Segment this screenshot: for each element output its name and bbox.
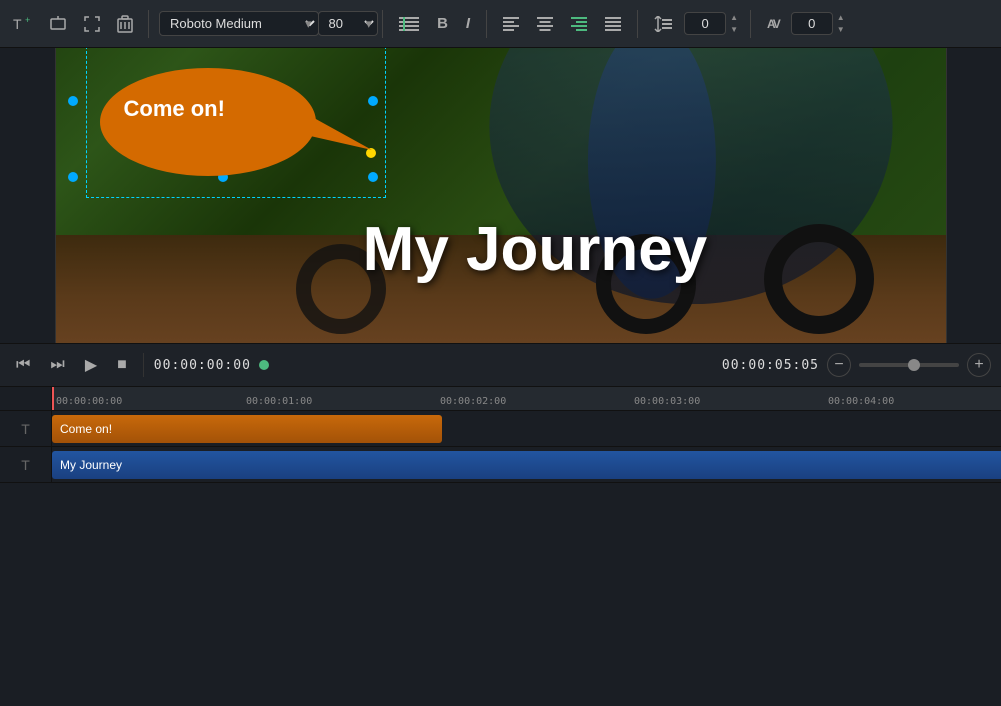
track-row-my-journey: T My Journey <box>0 447 1001 483</box>
ruler-content: 00:00:00:00 00:00:01:00 00:00:02:00 00:0… <box>52 387 1001 410</box>
svg-text:T: T <box>13 16 22 32</box>
zoom-in-button[interactable]: + <box>967 353 991 377</box>
transport-bar: ⏮ ⏭ ▶ ■ 00:00:00:00 00:00:05:05 − + <box>0 343 1001 387</box>
time-current-display: 00:00:00:00 <box>154 358 251 373</box>
svg-text:+: + <box>25 15 30 25</box>
kerning-spinner[interactable]: ▲ ▼ <box>835 12 847 36</box>
line-spacing-up[interactable]: ▲ <box>728 12 740 24</box>
track-label-my-journey: T <box>0 447 52 482</box>
speech-bubble-element[interactable]: Come on! <box>100 68 372 176</box>
clip-my-journey[interactable]: My Journey <box>52 451 1001 479</box>
ruler-mark-3: 00:00:03:00 <box>634 392 700 407</box>
separator-2 <box>382 10 383 38</box>
zoom-thumb[interactable] <box>908 359 920 371</box>
separator-1 <box>148 10 149 38</box>
zoom-track[interactable] <box>859 363 959 367</box>
bounding-box-button[interactable] <box>44 11 72 37</box>
wheel-right <box>764 224 874 334</box>
kerning-down[interactable]: ▼ <box>835 24 847 36</box>
video-canvas[interactable]: My Journey <box>56 48 946 343</box>
step-back-button[interactable]: ⏭ <box>44 352 70 378</box>
kerning-button[interactable]: AV <box>761 13 785 35</box>
align-right-button[interactable] <box>565 13 593 35</box>
kerning-icon: AV <box>767 17 779 31</box>
align-center-button[interactable] <box>531 13 559 35</box>
text-style-lines-button[interactable] <box>393 12 425 36</box>
track-content-my-journey[interactable]: My Journey <box>52 447 1001 482</box>
bubble-svg <box>100 68 372 176</box>
playhead-indicator <box>259 360 269 370</box>
separator-5 <box>750 10 751 38</box>
track-row-come-on: T Come on! <box>0 411 1001 447</box>
justify-button[interactable] <box>599 13 627 35</box>
ruler-offset <box>0 387 52 410</box>
ruler-mark-0: 00:00:00:00 <box>56 392 122 407</box>
font-family-select[interactable]: Roboto Medium <box>159 11 319 36</box>
transport-sep-1 <box>143 353 144 377</box>
italic-button[interactable]: I <box>460 11 476 36</box>
main-title-text: My Journey <box>363 214 708 285</box>
playhead-line <box>52 387 54 410</box>
skip-back-button[interactable]: ⏮ <box>10 352 36 378</box>
track-icon-my-journey: T <box>21 457 30 473</box>
ruler-mark-2: 00:00:02:00 <box>440 392 506 407</box>
stop-button[interactable]: ■ <box>111 352 133 378</box>
separator-4 <box>637 10 638 38</box>
line-spacing-button[interactable] <box>648 12 678 36</box>
line-spacing-down[interactable]: ▼ <box>728 24 740 36</box>
add-text-button[interactable]: T+ <box>8 10 38 38</box>
fit-button[interactable] <box>78 11 106 37</box>
speech-bubble: Come on! <box>100 68 372 176</box>
track-icon-come-on: T <box>21 421 30 437</box>
line-spacing-input[interactable]: 0 <box>684 12 726 35</box>
bold-button[interactable]: B <box>431 11 454 36</box>
zoom-out-button[interactable]: − <box>827 353 851 377</box>
timeline-ruler: 00:00:00:00 00:00:01:00 00:00:02:00 00:0… <box>0 387 1001 411</box>
kerning-up[interactable]: ▲ <box>835 12 847 24</box>
separator-3 <box>486 10 487 38</box>
ruler-mark-4: 00:00:04:00 <box>828 392 894 407</box>
align-left-button[interactable] <box>497 13 525 35</box>
track-content-come-on[interactable]: Come on! <box>52 411 1001 446</box>
play-button[interactable]: ▶ <box>79 351 103 379</box>
font-size-select[interactable]: 80 <box>318 11 378 36</box>
time-total-display: 00:00:05:05 <box>722 358 819 373</box>
track-label-come-on: T <box>0 411 52 446</box>
toolbar: T+ Roboto Medium ▾ 80 ▾ B I <box>0 0 1001 48</box>
line-spacing-spinner[interactable]: ▲ ▼ <box>728 12 740 36</box>
kerning-input[interactable]: 0 <box>791 12 833 35</box>
delete-button[interactable] <box>112 11 138 37</box>
clip-come-on[interactable]: Come on! <box>52 415 442 443</box>
timeline-tracks: T Come on! T My Journey <box>0 411 1001 706</box>
canvas-area: My Journey <box>0 48 1001 343</box>
ruler-mark-1: 00:00:01:00 <box>246 392 312 407</box>
